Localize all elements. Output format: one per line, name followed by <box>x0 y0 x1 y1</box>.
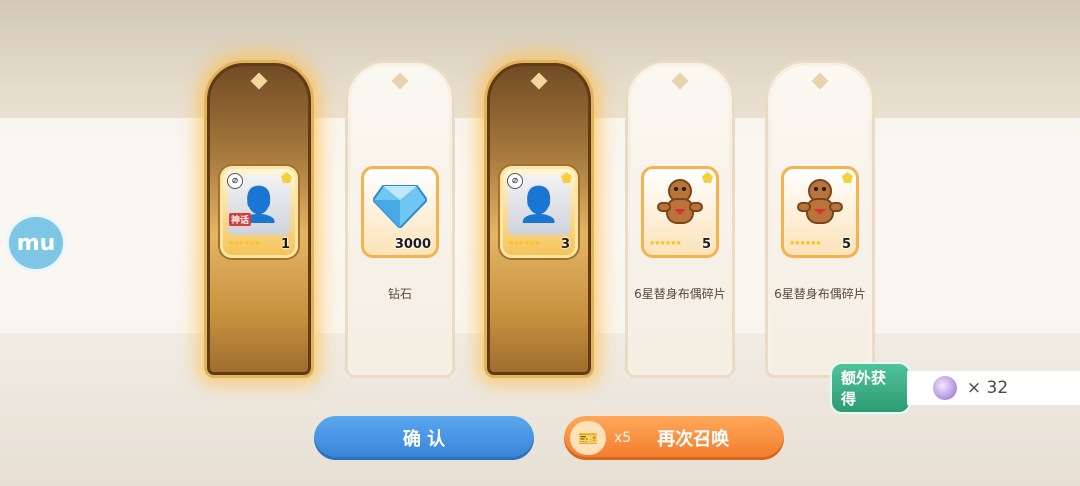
ginger-doll-icon <box>789 175 851 235</box>
summon-again-label: 再次召唤 <box>657 429 730 450</box>
star-rating: ★★★★★★ <box>508 239 541 247</box>
star-rating: ★★★★★★ <box>789 239 822 247</box>
item-quantity: 1 <box>280 237 290 252</box>
diamond-icon <box>369 175 431 235</box>
summon-again-button[interactable]: 🎫 x5 再次召唤 <box>564 416 784 460</box>
summon-ticket-icon: 🎫 <box>570 421 606 455</box>
extra-reward-count: × 32 <box>966 378 1009 398</box>
reward-card-4[interactable]: ★★★★★★ 5 6星替身布偶碎片 <box>625 60 735 378</box>
purple-crystal-icon <box>932 376 957 400</box>
item-quantity: 3000 <box>394 237 431 252</box>
reward-card-1[interactable]: 👤 ⊘ 神话 ★★★★★★ 1 <box>204 60 314 378</box>
element-badge-icon: ⊘ <box>507 173 523 189</box>
item-quantity: 5 <box>701 237 711 252</box>
reward-card-2[interactable]: 3000 钻石 <box>345 60 455 378</box>
card-ornament <box>671 72 689 90</box>
star-rating: ★★★★★★ <box>649 239 682 247</box>
extra-reward: 额外获得 × 32 <box>830 362 1080 414</box>
extra-reward-panel: × 32 <box>906 371 1080 405</box>
item-quantity: 3 <box>560 237 570 252</box>
reward-card-3[interactable]: 👤 ⊘ ★★★★★★ 3 <box>484 60 594 378</box>
reward-item-4[interactable]: ★★★★★★ 5 <box>641 166 719 258</box>
card-ornament <box>530 72 548 90</box>
card-ornament <box>391 72 409 90</box>
mu-logo-button[interactable]: mu <box>6 214 66 272</box>
rarity-tag: 神话 <box>229 213 252 226</box>
card-ornament <box>250 72 268 90</box>
reward-card-5[interactable]: ★★★★★★ 5 6星替身布偶碎片 <box>765 60 875 378</box>
star-corner-icon <box>561 172 572 183</box>
card-label: 钻石 <box>387 287 412 301</box>
card-label: 6星替身布偶碎片 <box>774 287 866 301</box>
star-corner-icon <box>842 172 853 183</box>
confirm-button-label: 确 认 <box>402 429 446 450</box>
reward-item-5[interactable]: ★★★★★★ 5 <box>781 166 859 258</box>
element-badge-icon: ⊘ <box>227 173 243 189</box>
star-corner-icon <box>702 172 713 183</box>
ginger-doll-icon <box>649 175 711 235</box>
reward-item-2[interactable]: 3000 <box>361 166 439 258</box>
extra-reward-badge: 额外获得 <box>830 362 911 414</box>
confirm-button[interactable]: 确 认 <box>314 416 534 460</box>
summon-multiplier: x5 <box>614 430 632 446</box>
reward-item-1[interactable]: 👤 ⊘ 神话 ★★★★★★ 1 <box>220 166 298 258</box>
card-label: 6星替身布偶碎片 <box>634 287 726 301</box>
item-quantity: 5 <box>841 237 851 252</box>
star-rating: ★★★★★★ <box>228 239 261 247</box>
card-ornament <box>811 72 829 90</box>
reward-item-3[interactable]: 👤 ⊘ ★★★★★★ 3 <box>500 166 578 258</box>
